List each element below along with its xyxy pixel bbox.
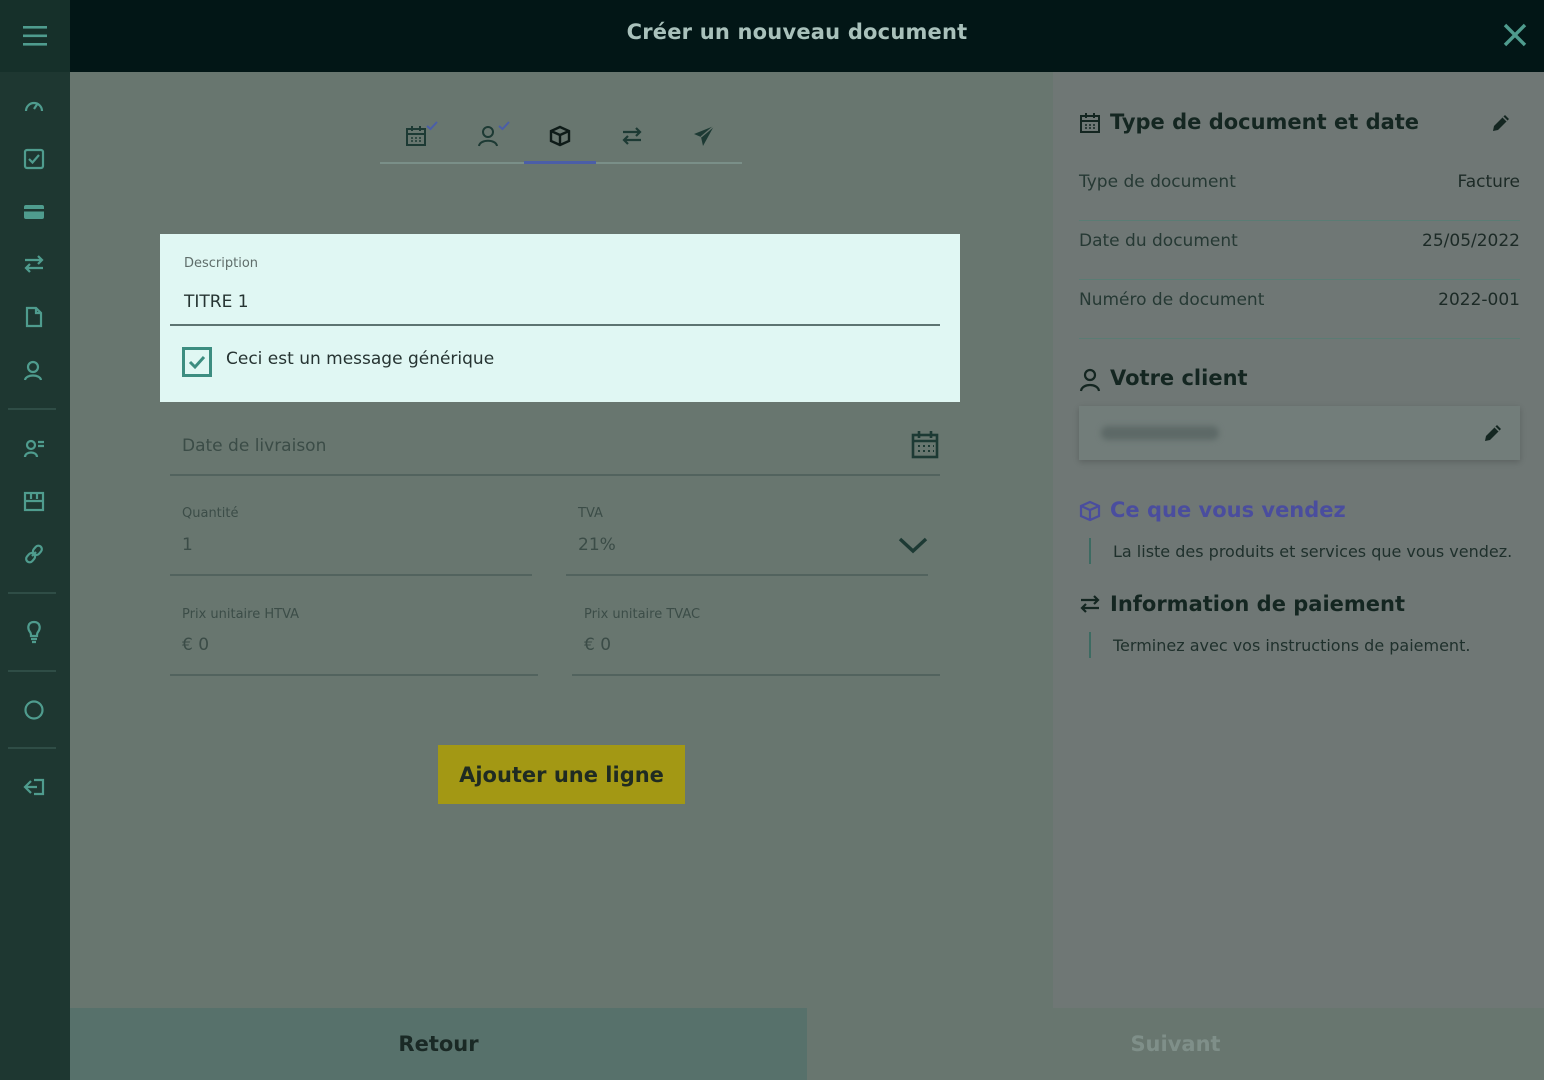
contacts-icon[interactable]: [20, 434, 48, 462]
person-icon: [1079, 368, 1103, 392]
vat-value: 21%: [578, 535, 616, 555]
unit-price-htva-label: Prix unitaire HTVA: [182, 607, 300, 622]
catalog-icon[interactable]: [20, 487, 48, 515]
circle-icon[interactable]: [20, 696, 48, 724]
vat-select[interactable]: TVA 21%: [566, 504, 928, 576]
products-section-title: Ce que vous vendez: [1110, 498, 1346, 522]
next-button[interactable]: Suivant: [807, 1008, 1544, 1080]
logout-icon[interactable]: [20, 773, 48, 801]
client-icon[interactable]: [20, 357, 48, 385]
step-products[interactable]: [524, 112, 596, 164]
chevron-down-icon[interactable]: [898, 536, 928, 558]
link-icon[interactable]: [20, 540, 48, 568]
summary-row-value: Facture: [1457, 172, 1521, 192]
delivery-date-field[interactable]: Date de livraison: [170, 422, 940, 476]
transfer-icon[interactable]: [20, 250, 48, 278]
menu-icon[interactable]: [0, 0, 70, 72]
sidebar-divider: [8, 408, 56, 410]
unit-price-htva-field[interactable]: Prix unitaire HTVA € 0: [170, 605, 538, 676]
payment-section-text: Terminez avec vos instructions de paieme…: [1113, 636, 1471, 655]
products-section-line: [1089, 538, 1091, 564]
summary-row-value: 2022-001: [1438, 290, 1520, 310]
vat-underline: [566, 574, 928, 576]
description-underline: [170, 324, 940, 326]
unit-price-tvac-field[interactable]: Prix unitaire TVAC € 0: [572, 605, 940, 676]
quantity-input[interactable]: 1: [182, 535, 193, 555]
person-icon: [477, 125, 499, 151]
calendar-icon: [1079, 112, 1103, 136]
summary-row-document-type: Type de document Facture: [1079, 162, 1520, 221]
description-label: Description: [184, 256, 259, 271]
unit-price-htva-underline: [170, 674, 538, 676]
payment-section-title: Information de paiement: [1110, 592, 1406, 616]
box-icon: [549, 125, 571, 151]
calendar-icon[interactable]: [910, 430, 940, 464]
send-icon: [693, 125, 715, 151]
transfer-icon: [1079, 594, 1103, 618]
step-send[interactable]: [668, 112, 740, 164]
vat-label: TVA: [578, 506, 603, 521]
unit-price-tvac-label: Prix unitaire TVAC: [584, 607, 701, 622]
sidebar: [0, 0, 70, 1080]
unit-price-htva-input[interactable]: € 0: [182, 635, 209, 655]
edit-pencil-icon[interactable]: [1482, 422, 1504, 448]
step-payment[interactable]: [596, 112, 668, 164]
client-name-redacted: [1101, 426, 1219, 440]
card-icon[interactable]: [20, 198, 48, 226]
sidebar-divider: [8, 592, 56, 594]
summary-row-key: Numéro de document: [1079, 290, 1265, 310]
delivery-date-placeholder: Date de livraison: [182, 436, 327, 456]
calendar-icon: [405, 125, 427, 151]
client-section-title: Votre client: [1110, 366, 1248, 390]
main-content: Description TITRE 1 Ceci est un message …: [70, 72, 1053, 1008]
stepper: [380, 112, 742, 164]
step-document-type[interactable]: [380, 112, 452, 164]
summary-panel: Type de document et date Type de documen…: [1053, 72, 1544, 1008]
quantity-label: Quantité: [182, 506, 239, 521]
summary-row-document-number: Numéro de document 2022-001: [1079, 280, 1520, 339]
checkbox-icon[interactable]: [20, 145, 48, 173]
description-card: Description TITRE 1 Ceci est un message …: [160, 234, 960, 402]
step-active-underline: [524, 161, 596, 164]
step-done-check-icon: [498, 116, 510, 135]
document-type-section-title: Type de document et date: [1110, 110, 1420, 134]
sidebar-divider: [8, 670, 56, 672]
description-input[interactable]: TITRE 1: [184, 292, 249, 312]
back-button[interactable]: Retour: [70, 1008, 807, 1080]
transfer-icon: [621, 126, 643, 150]
step-done-check-icon: [426, 116, 438, 135]
dashboard-icon[interactable]: [20, 92, 48, 120]
edit-pencil-icon[interactable]: [1490, 112, 1512, 138]
summary-row-value: 25/05/2022: [1422, 231, 1520, 251]
payment-section-line: [1089, 632, 1091, 658]
unit-price-tvac-underline: [572, 674, 940, 676]
step-client[interactable]: [452, 112, 524, 164]
close-icon[interactable]: [1502, 22, 1532, 52]
delivery-date-underline: [170, 474, 940, 476]
unit-price-tvac-input[interactable]: € 0: [584, 635, 611, 655]
box-icon: [1079, 500, 1103, 524]
page-title: Créer un nouveau document: [626, 20, 968, 44]
quantity-underline: [170, 574, 532, 576]
generic-message-checkbox[interactable]: [182, 347, 212, 377]
summary-row-key: Type de document: [1079, 172, 1236, 192]
summary-row-key: Date du document: [1079, 231, 1238, 251]
summary-row-document-date: Date du document 25/05/2022: [1079, 221, 1520, 280]
products-section-text: La liste des produits et services que vo…: [1113, 542, 1513, 561]
quantity-field[interactable]: Quantité 1: [170, 504, 532, 576]
document-icon[interactable]: [20, 303, 48, 331]
client-card[interactable]: [1079, 406, 1520, 460]
bulb-icon[interactable]: [20, 618, 48, 646]
add-line-button[interactable]: Ajouter une ligne: [438, 745, 685, 804]
header: Créer un nouveau document: [70, 0, 1544, 72]
generic-message-label: Ceci est un message générique: [226, 349, 495, 369]
sidebar-divider: [8, 747, 56, 749]
